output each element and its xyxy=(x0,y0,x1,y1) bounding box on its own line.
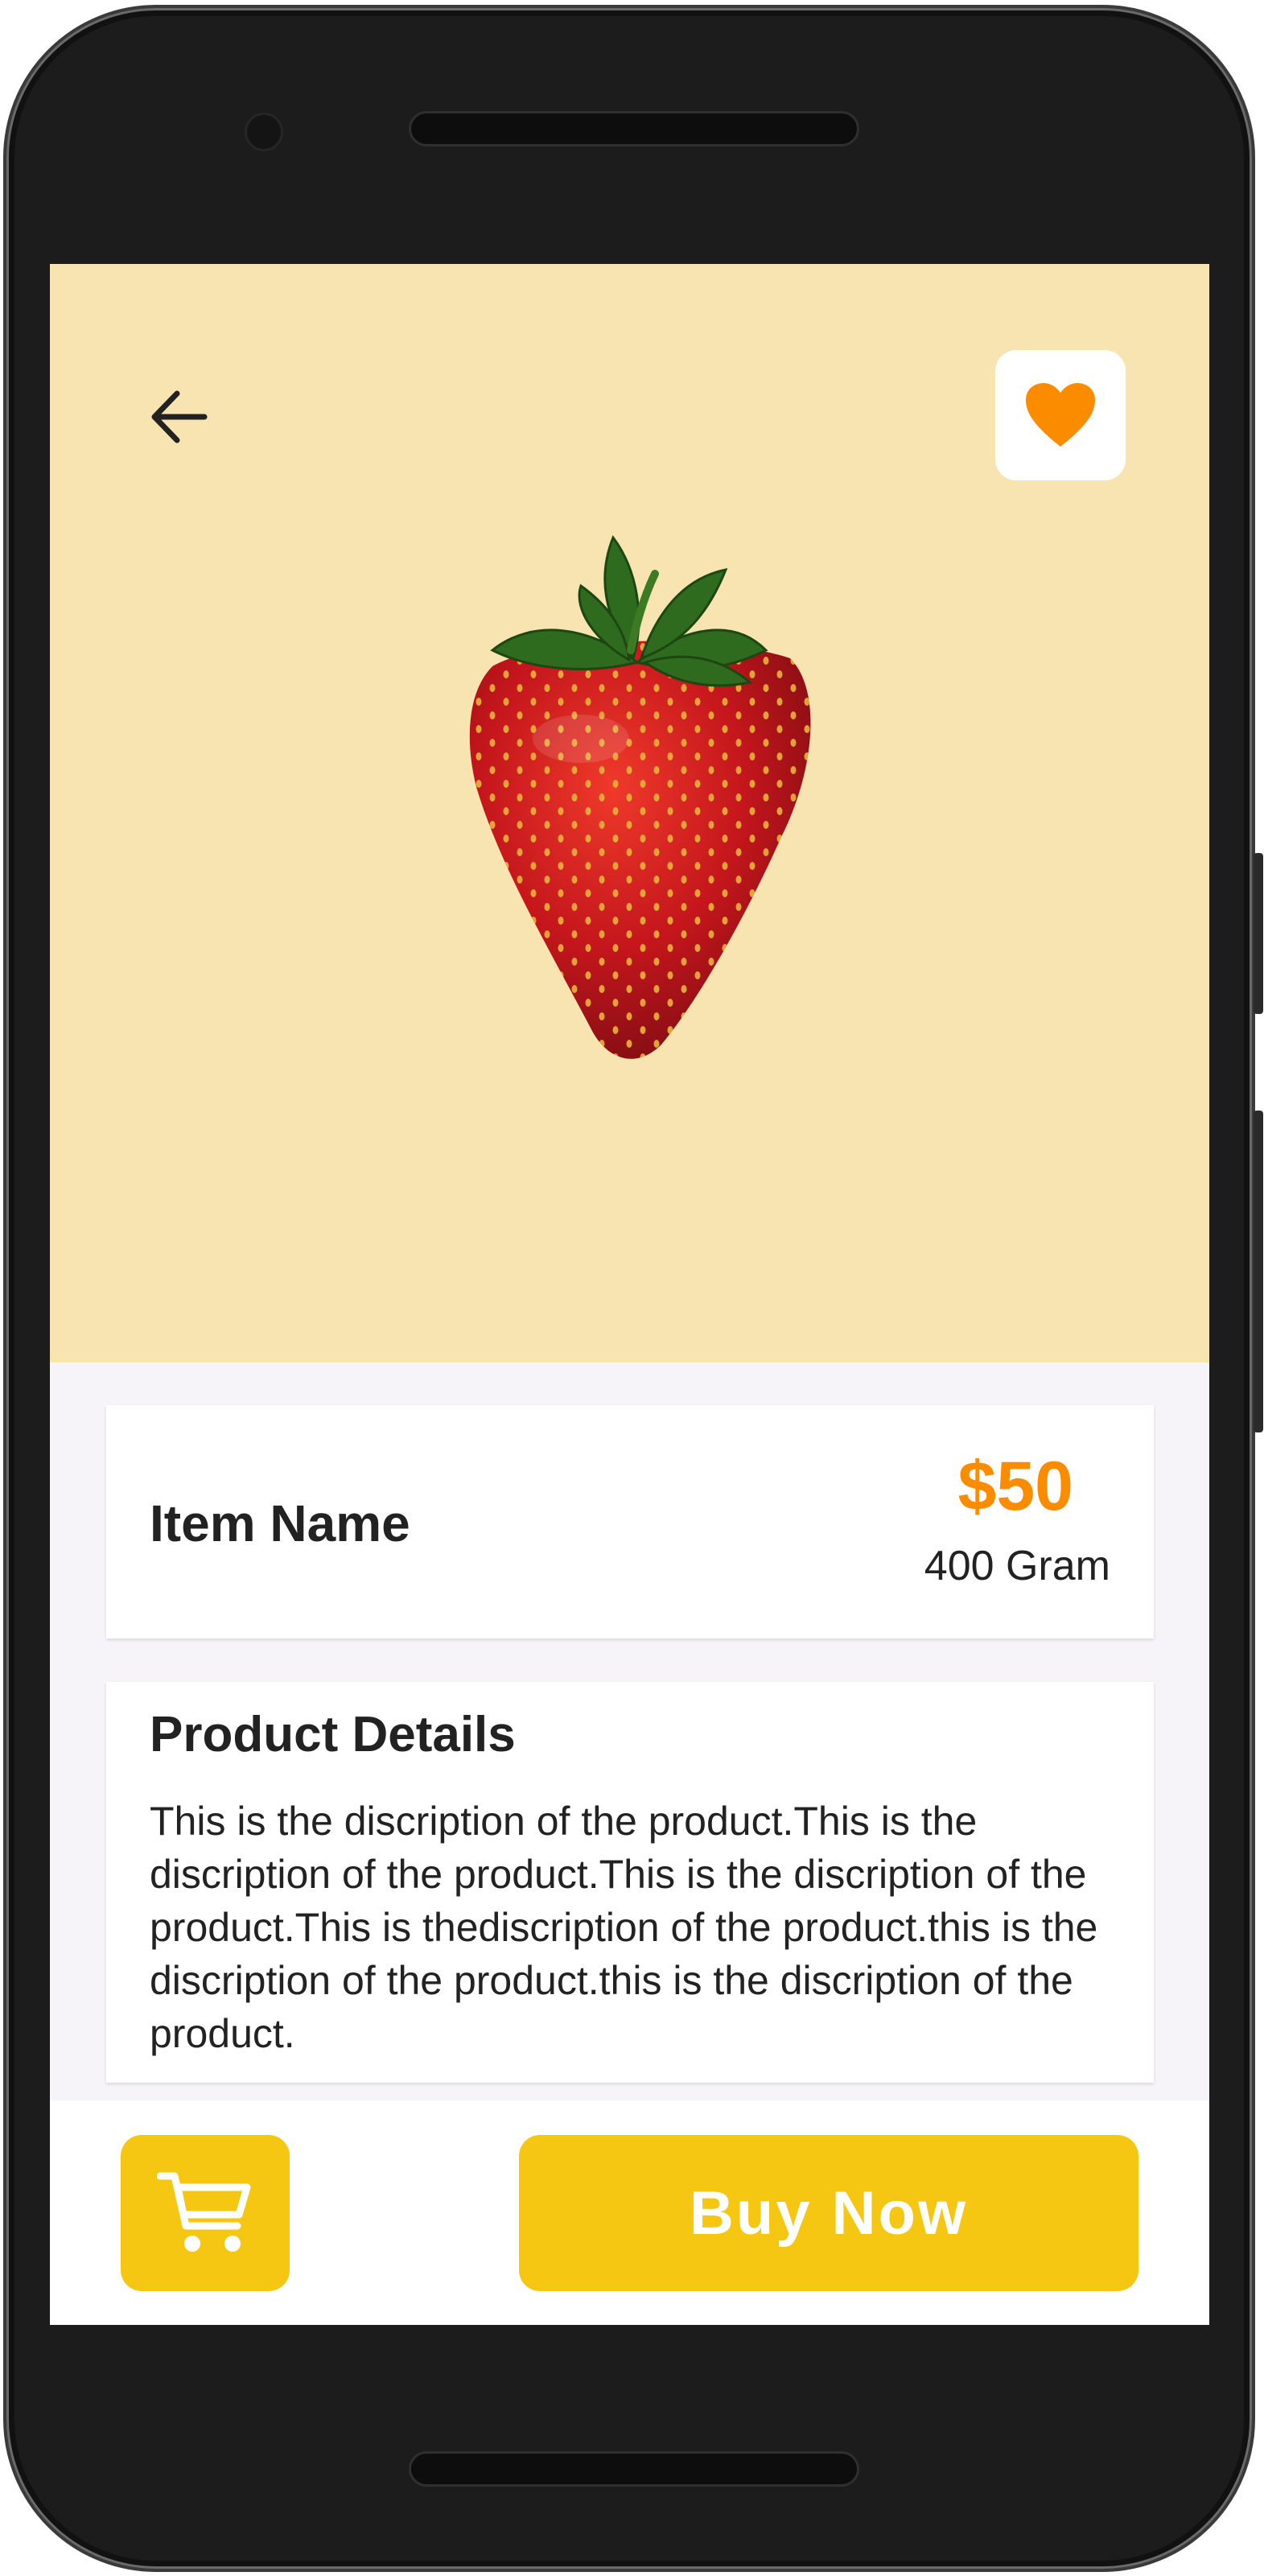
bottom-action-bar: Buy Now xyxy=(50,2100,1209,2325)
volume-button xyxy=(1254,853,1263,1014)
power-button xyxy=(1254,1111,1263,1432)
details-title: Product Details xyxy=(150,1707,516,1762)
app-screen: Item Name $50 400 Gram Product Details T… xyxy=(50,264,1209,2325)
front-camera xyxy=(245,113,283,151)
top-speaker xyxy=(409,111,859,146)
item-weight: 400 Gram xyxy=(924,1543,1110,1589)
buy-now-button[interactable]: Buy Now xyxy=(519,2135,1138,2291)
shopping-cart-icon xyxy=(157,2172,251,2252)
item-price: $50 xyxy=(957,1448,1074,1525)
heart-icon xyxy=(1026,383,1095,447)
item-summary-card: Item Name $50 400 Gram xyxy=(106,1405,1154,1638)
product-details-card: Product Details This is the discription … xyxy=(106,1682,1154,2083)
strawberry-image xyxy=(469,534,811,1059)
add-to-cart-button[interactable] xyxy=(121,2135,290,2291)
back-button[interactable] xyxy=(138,377,219,457)
bottom-speaker xyxy=(409,2451,859,2487)
item-name: Item Name xyxy=(150,1494,410,1552)
arrow-left-icon xyxy=(151,390,208,443)
favorite-button[interactable] xyxy=(995,350,1126,480)
details-description: This is the discription of the product.T… xyxy=(150,1799,1098,2056)
product-hero xyxy=(50,264,1209,1362)
